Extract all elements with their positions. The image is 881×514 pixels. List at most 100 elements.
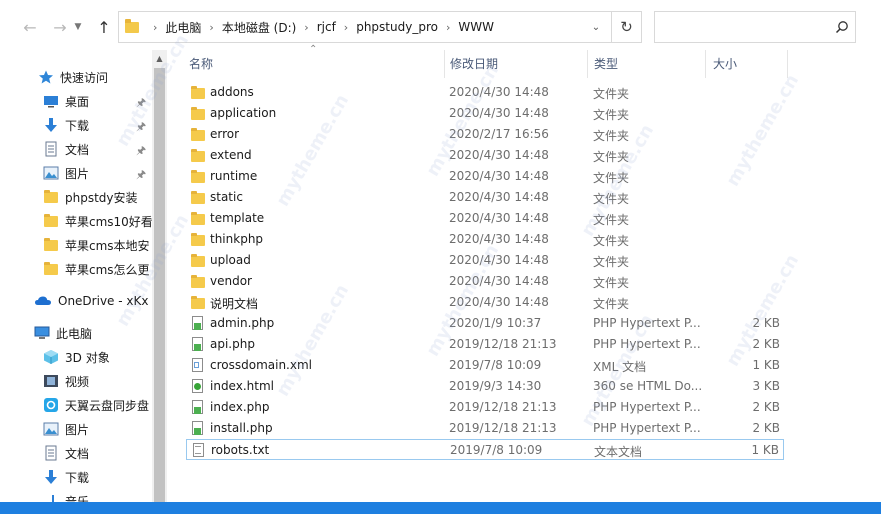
sidebar-item-quick-access[interactable]: 快速访问 bbox=[0, 65, 152, 89]
sidebar-item-music[interactable]: 音乐 bbox=[0, 489, 152, 502]
pin-icon[interactable]: 🖈 bbox=[136, 118, 148, 133]
column-divider[interactable] bbox=[587, 50, 588, 78]
breadcrumb-rjcf[interactable]: rjcf bbox=[317, 20, 336, 34]
breadcrumb-www[interactable]: WWW bbox=[458, 20, 494, 34]
refresh-button[interactable]: ↻ bbox=[611, 12, 641, 42]
file-row[interactable]: vendor 2020/4/30 14:48 文件夹 bbox=[186, 271, 784, 292]
sidebar-item-label: 图片 bbox=[65, 422, 90, 437]
folder-icon bbox=[125, 18, 139, 33]
column-divider[interactable] bbox=[705, 50, 706, 78]
breadcrumb-this-pc[interactable]: 此电脑 bbox=[165, 19, 201, 36]
back-button[interactable]: ← bbox=[18, 14, 42, 40]
file-row[interactable]: addons 2020/4/30 14:48 文件夹 bbox=[186, 82, 784, 103]
file-row[interactable]: upload 2020/4/30 14:48 文件夹 bbox=[186, 250, 784, 271]
breadcrumb-phpstudy-pro[interactable]: phpstudy_pro bbox=[356, 20, 438, 34]
file-type: 360 se HTML Do... bbox=[593, 379, 703, 393]
file-row[interactable]: template 2020/4/30 14:48 文件夹 bbox=[186, 208, 784, 229]
column-header-size[interactable]: 大小 bbox=[713, 50, 737, 76]
sidebar-item-downloads[interactable]: 下载 bbox=[0, 465, 152, 489]
folder-icon bbox=[190, 211, 205, 226]
sidebar-item-desktop[interactable]: 桌面 🖈 bbox=[0, 89, 152, 113]
search-input[interactable] bbox=[655, 12, 825, 42]
file-type: 文件夹 bbox=[593, 213, 630, 227]
file-type: PHP Hypertext P... bbox=[593, 316, 701, 330]
file-row[interactable]: extend 2020/4/30 14:48 文件夹 bbox=[186, 145, 784, 166]
window-bottom-border bbox=[0, 502, 881, 514]
pin-icon[interactable]: 🖈 bbox=[136, 94, 148, 109]
file-row[interactable]: error 2020/2/17 16:56 文件夹 bbox=[186, 124, 784, 145]
php-file-icon bbox=[190, 316, 204, 331]
scrollbar-thumb[interactable] bbox=[154, 68, 165, 502]
download-icon bbox=[43, 117, 59, 133]
file-modified-date: 2020/4/30 14:48 bbox=[449, 295, 549, 309]
breadcrumb-separator-icon: › bbox=[445, 20, 451, 34]
file-type: 文件夹 bbox=[593, 150, 630, 164]
php-file-icon bbox=[190, 400, 204, 415]
back-arrow-icon: ← bbox=[23, 17, 37, 37]
sidebar-item-pictures[interactable]: 图片 bbox=[0, 417, 152, 441]
column-header-name[interactable]: 名称 bbox=[189, 50, 213, 76]
file-row[interactable]: index.php 2019/12/18 21:13 PHP Hypertext P… bbox=[186, 397, 784, 418]
breadcrumb-drive-d[interactable]: 本地磁盘 (D:) bbox=[222, 19, 296, 36]
php-file-icon bbox=[190, 337, 204, 352]
file-row[interactable]: application 2020/4/30 14:48 文件夹 bbox=[186, 103, 784, 124]
file-row[interactable]: api.php 2019/12/18 21:13 PHP Hypertext P..… bbox=[186, 334, 784, 355]
column-header-type[interactable]: 类型 bbox=[594, 50, 618, 76]
file-row[interactable]: static 2020/4/30 14:48 文件夹 bbox=[186, 187, 784, 208]
sidebar-item-folder[interactable]: 苹果cms本地安 bbox=[0, 233, 152, 257]
sidebar-scrollbar[interactable]: ▲ bbox=[152, 50, 167, 502]
address-bar[interactable]: › 此电脑 › 本地磁盘 (D:) › rjcf › phpstudy_pro … bbox=[118, 11, 642, 43]
sidebar-item-3d-objects[interactable]: 3D 对象 bbox=[0, 345, 152, 369]
file-type: 文本文档 bbox=[594, 445, 643, 459]
sidebar-item-documents[interactable]: 文档 🖈 bbox=[0, 137, 152, 161]
file-row[interactable]: install.php 2019/12/18 21:13 PHP Hypertext… bbox=[186, 418, 784, 439]
recent-locations-button[interactable]: ▼ bbox=[70, 14, 86, 40]
column-divider[interactable] bbox=[787, 50, 788, 78]
sidebar-item-folder[interactable]: 苹果cms怎么更 bbox=[0, 257, 152, 281]
folder-icon bbox=[190, 169, 205, 184]
column-divider[interactable] bbox=[444, 50, 445, 78]
file-name: application bbox=[210, 106, 277, 120]
file-row[interactable]: thinkphp 2020/4/30 14:48 文件夹 bbox=[186, 229, 784, 250]
folder-icon bbox=[43, 261, 59, 277]
up-button[interactable]: ↑ bbox=[92, 14, 116, 40]
search-box[interactable] bbox=[654, 11, 856, 43]
address-dropdown-button[interactable]: ⌄ bbox=[585, 12, 607, 42]
document-icon bbox=[43, 445, 59, 461]
pin-icon[interactable]: 🖈 bbox=[136, 166, 148, 181]
folder-icon bbox=[190, 232, 205, 247]
folder-icon bbox=[190, 148, 205, 163]
picture-icon bbox=[43, 165, 59, 181]
file-row[interactable]: robots.txt 2019/7/8 10:09 文本文档 1 KB bbox=[186, 439, 784, 460]
file-size: 2 KB bbox=[752, 421, 780, 435]
file-row[interactable]: 说明文档 2020/4/30 14:48 文件夹 bbox=[186, 292, 784, 313]
file-row[interactable]: index.html 2019/9/3 14:30 360 se HTML Do..… bbox=[186, 376, 784, 397]
search-icon[interactable] bbox=[835, 20, 849, 34]
sidebar-item-label: 桌面 bbox=[65, 94, 90, 109]
file-size: 1 KB bbox=[751, 443, 779, 457]
column-header-date[interactable]: 修改日期 bbox=[450, 50, 498, 76]
sidebar-item-label: 快速访问 bbox=[60, 70, 109, 85]
sidebar-item-folder[interactable]: phpstdy安装 bbox=[0, 185, 152, 209]
sidebar-item-downloads[interactable]: 下载 🖈 bbox=[0, 113, 152, 137]
video-icon bbox=[43, 373, 59, 389]
file-row[interactable]: crossdomain.xml 2019/7/8 10:09 XML 文档 1 KB bbox=[186, 355, 784, 376]
forward-button[interactable]: → bbox=[48, 14, 72, 40]
sidebar-item-folder[interactable]: 苹果cms10好看 bbox=[0, 209, 152, 233]
file-type: 文件夹 bbox=[593, 297, 630, 311]
sidebar-item-documents[interactable]: 文档 bbox=[0, 441, 152, 465]
file-name: template bbox=[210, 211, 265, 225]
pin-icon[interactable]: 🖈 bbox=[136, 142, 148, 157]
file-row[interactable]: runtime 2020/4/30 14:48 文件夹 bbox=[186, 166, 784, 187]
up-arrow-icon: ↑ bbox=[97, 17, 111, 37]
sidebar-item-label: 图片 bbox=[65, 166, 90, 181]
sidebar-item-onedrive[interactable]: OneDrive - xKx bbox=[0, 289, 152, 313]
file-name: index.html bbox=[210, 379, 274, 393]
file-row[interactable]: admin.php 2020/1/9 10:37 PHP Hypertext P..… bbox=[186, 313, 784, 334]
sidebar-item-this-pc[interactable]: 此电脑 bbox=[0, 321, 152, 345]
file-name: runtime bbox=[210, 169, 258, 183]
scroll-up-button[interactable]: ▲ bbox=[152, 50, 167, 66]
sidebar-item-tianyi-sync[interactable]: 天翼云盘同步盘 bbox=[0, 393, 152, 417]
sidebar-item-pictures[interactable]: 图片 🖈 bbox=[0, 161, 152, 185]
sidebar-item-videos[interactable]: 视频 bbox=[0, 369, 152, 393]
